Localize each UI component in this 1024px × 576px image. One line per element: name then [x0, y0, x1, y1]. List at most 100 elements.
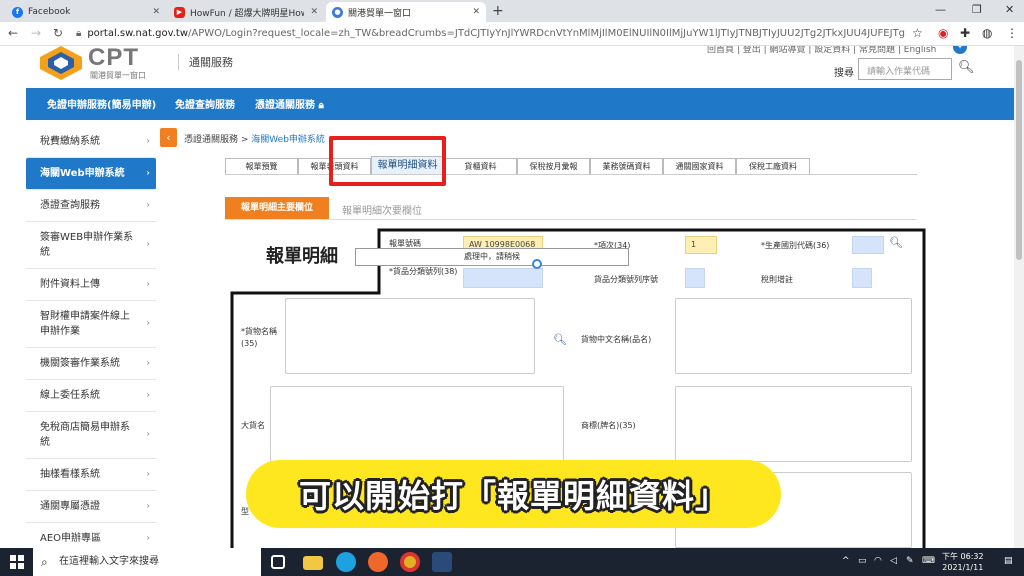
caption-text: 可以開始打「報單明細資料」	[298, 477, 728, 515]
model-label: 型	[241, 507, 249, 516]
edge-icon[interactable]	[336, 552, 356, 572]
tab-primary-fields[interactable]: 報單明細主要欄位	[225, 197, 329, 219]
tax-note-label: 稅則增註	[761, 275, 793, 284]
windows-start-icon[interactable]	[10, 555, 24, 569]
file-explorer-icon[interactable]	[303, 556, 323, 570]
network-icon[interactable]: ▭	[858, 556, 867, 566]
scrollbar-thumb[interactable]	[1016, 60, 1022, 260]
reload-icon[interactable]: ↻	[53, 26, 63, 40]
taskbar-search-input[interactable]: ⌕ 在這裡輸入文字來搜尋	[33, 548, 261, 576]
sidebar-item-sampling[interactable]: 抽樣看樣系統 ›	[26, 459, 156, 491]
tab-bonded-factory[interactable]: 保稅工廠資料	[736, 158, 810, 174]
tab-country-data[interactable]: 通關國家資料	[663, 158, 736, 174]
sidebar-item-label: 抽樣看樣系統	[40, 469, 100, 480]
chrome-icon[interactable]	[400, 552, 420, 572]
sidebar-item-ip-rights[interactable]: 智財權申請案件線上申辦作業 ›	[26, 301, 156, 348]
brand-textarea[interactable]	[675, 386, 912, 462]
window-close-icon[interactable]: ✕	[1005, 3, 1014, 16]
highlight-box	[329, 136, 446, 186]
goods-name-textarea[interactable]	[285, 298, 535, 374]
forward-icon[interactable]: →	[31, 26, 41, 40]
goods-cn-name-textarea[interactable]	[675, 298, 912, 374]
sidebar-item-label: 智財權申請案件線上申辦作業	[40, 311, 130, 337]
tab-secondary-fields[interactable]: 報單明細次要欄位	[342, 202, 422, 217]
item-no-field[interactable]: 1	[685, 236, 717, 254]
wifi-icon[interactable]: ◠	[874, 556, 882, 566]
opera-extension-icon[interactable]: ◉	[938, 26, 948, 40]
tab-preview[interactable]: 報單預覽	[225, 158, 298, 174]
sidebar-item-tax-payment[interactable]: 稅費繳納系統 ›	[26, 126, 156, 158]
keyboard-icon[interactable]: ⌨	[922, 556, 935, 566]
search-icon[interactable]: 🔍︎	[553, 333, 567, 346]
close-icon[interactable]: ✕	[310, 7, 318, 17]
lock-icon: 🔒︎	[318, 100, 324, 111]
search-icon[interactable]: 🔍︎	[889, 236, 903, 249]
nav-item-free-query[interactable]: 免證查詢服務	[175, 96, 235, 111]
sidebar-item-online-delegation[interactable]: 線上委任系統 ›	[26, 380, 156, 412]
breadcrumb-current[interactable]: 海關Web申辦系統	[251, 135, 325, 145]
volume-icon[interactable]: ◁	[890, 556, 897, 566]
sidebar-item-customs-web[interactable]: 海關Web申辦系統 ›	[26, 158, 156, 190]
accessibility-icon[interactable]: ✦	[953, 46, 967, 54]
sidebar-item-cert-query[interactable]: 憑證查詢服務 ›	[26, 190, 156, 222]
restore-icon[interactable]: ❐	[972, 3, 982, 16]
close-icon[interactable]: ✕	[472, 7, 480, 17]
portal-favicon: ●	[332, 6, 343, 18]
search-input[interactable]: 請輸入作業代碼	[858, 58, 952, 80]
sidebar-item-label: 線上委任系統	[40, 390, 100, 401]
profile-avatar-icon[interactable]: ◍	[982, 26, 992, 40]
class-no-label: *貨品分類號列(38)	[389, 267, 458, 276]
goods-cn-name-label: 貨物中文名稱(品名)	[581, 335, 652, 344]
app-icon[interactable]	[432, 552, 452, 572]
browser-tab-howfun[interactable]: ▶ HowFun / 超爆大牌明星How哥 ✕	[168, 2, 324, 22]
taskbar-clock[interactable]: 下午 06:32 2021/1/11	[942, 551, 984, 573]
class-no-field[interactable]	[463, 268, 543, 288]
url-host: portal.sw.nat.gov.tw	[87, 28, 189, 39]
sidebar-collapse-button[interactable]: ‹	[160, 128, 177, 147]
chevron-right-icon: ›	[146, 239, 150, 250]
sub-tab-bar: 報單預覽 報單表頭資料 報單明細資料 貨櫃資料 保稅按月彙報 業務號碼資料 通關…	[225, 156, 810, 175]
sidebar-item-attachment-upload[interactable]: 附件資料上傳 ›	[26, 269, 156, 301]
menu-icon[interactable]: ⋮	[1006, 26, 1018, 40]
chevron-up-icon[interactable]: ^	[842, 556, 850, 566]
tab-container-data[interactable]: 貨櫃資料	[444, 158, 517, 174]
sidebar-item-review-web[interactable]: 簽審WEB申辦作業系統 ›	[26, 222, 156, 269]
url-field[interactable]: 🔒︎ portal.sw.nat.gov.tw/APWO/Login?reques…	[76, 25, 906, 43]
address-bar: ← → ↻ 🔒︎ portal.sw.nat.gov.tw/APWO/Login?…	[0, 22, 1024, 46]
browser-tab-portal[interactable]: ● 關港貿單一窗口 ✕	[326, 2, 486, 22]
chevron-right-icon: ›	[146, 136, 150, 146]
minimize-icon[interactable]: —	[935, 3, 946, 16]
new-tab-button[interactable]: +	[492, 3, 504, 19]
pen-icon[interactable]: ✎	[906, 556, 914, 566]
notification-icon[interactable]: ▤	[1004, 556, 1013, 566]
tab-bonded-monthly[interactable]: 保稅按月彙報	[517, 158, 590, 174]
cpt-logo[interactable]: CPT 關港貿單一窗口	[40, 46, 170, 86]
tab-business-no[interactable]: 業務號碼資料	[590, 158, 663, 174]
class-seq-field[interactable]	[685, 268, 705, 288]
sidebar-item-duty-free[interactable]: 免稅商店簡易申辦系統 ›	[26, 412, 156, 459]
breadcrumb: 憑證通關服務 > 海關Web申辦系統	[184, 132, 325, 145]
taskbar-search-placeholder: 在這裡輸入文字來搜尋	[59, 556, 159, 567]
top-links[interactable]: 回首頁 | 登出 | 網站導覽 | 設定資料 | 常見問題 | English	[707, 46, 936, 55]
loading-indicator: 處理中，請稍候	[355, 248, 629, 266]
browser-tab-facebook[interactable]: f Facebook ✕	[6, 2, 166, 22]
search-icon[interactable]: 🔍︎	[958, 60, 975, 75]
big-name-textarea[interactable]	[270, 386, 564, 462]
star-icon[interactable]: ☆	[912, 26, 923, 40]
breadcrumb-root[interactable]: 憑證通關服務	[184, 135, 238, 145]
tax-note-field[interactable]	[852, 268, 872, 288]
task-view-icon[interactable]	[271, 555, 285, 569]
nav-item-free-apply[interactable]: 免證申辦服務(簡易申辦)	[47, 96, 156, 111]
firefox-icon[interactable]	[368, 552, 388, 572]
sidebar-item-agency-review[interactable]: 機關簽審作業系統 ›	[26, 348, 156, 380]
breadcrumb-separator: >	[238, 135, 252, 145]
close-icon[interactable]: ✕	[152, 7, 160, 17]
sidebar: 稅費繳納系統 › 海關Web申辦系統 › 憑證查詢服務 › 簽審WEB申辦作業系統 › …	[26, 126, 156, 548]
chevron-right-icon: ›	[146, 469, 150, 479]
origin-country-field[interactable]	[852, 236, 884, 254]
sidebar-item-aeo[interactable]: AEO申辦專區 ›	[26, 523, 156, 548]
nav-item-cert-clearance[interactable]: 憑證通關服務 🔒︎	[255, 96, 324, 111]
back-icon[interactable]: ←	[8, 26, 18, 40]
sidebar-item-clearance-cert[interactable]: 通關專屬憑證 ›	[26, 491, 156, 523]
extensions-icon[interactable]: ✚	[960, 26, 970, 40]
